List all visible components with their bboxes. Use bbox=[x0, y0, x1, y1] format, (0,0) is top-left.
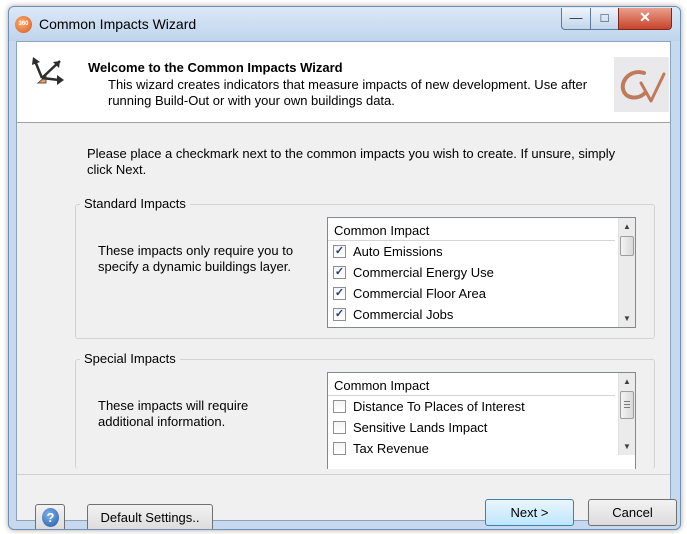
scroll-thumb[interactable] bbox=[620, 391, 634, 419]
standard-list-column-header[interactable]: Common Impact bbox=[328, 218, 615, 241]
list-item-label: Auto Emissions bbox=[353, 244, 443, 259]
standard-impacts-description: These impacts only require you to specif… bbox=[98, 243, 294, 274]
checkbox[interactable]: ✓ bbox=[333, 266, 346, 279]
header-description: This wizard creates indicators that meas… bbox=[108, 77, 588, 108]
special-impacts-list[interactable]: Common Impact Distance To Places of Inte… bbox=[327, 372, 636, 469]
header-title: Welcome to the Common Impacts Wizard bbox=[88, 60, 343, 75]
cancel-button[interactable]: Cancel bbox=[588, 499, 677, 526]
special-list-column-header[interactable]: Common Impact bbox=[328, 373, 615, 396]
checkbox[interactable] bbox=[333, 442, 346, 455]
scroll-down-arrow-icon[interactable]: ▼ bbox=[619, 310, 635, 327]
wizard-header: Welcome to the Common Impacts Wizard Thi… bbox=[17, 42, 670, 123]
list-item[interactable]: ✓ Commercial Energy Use bbox=[328, 262, 615, 283]
help-button[interactable]: ? bbox=[35, 504, 65, 529]
close-icon: ✕ bbox=[639, 9, 651, 25]
scroll-thumb-grip bbox=[624, 404, 630, 405]
list-item[interactable]: Tax Revenue bbox=[328, 438, 615, 459]
special-impacts-title: Special Impacts bbox=[80, 351, 180, 367]
standard-impacts-title: Standard Impacts bbox=[80, 196, 190, 212]
list-item-label: Tax Revenue bbox=[353, 441, 429, 456]
title-bar[interactable]: 360 Common Impacts Wizard — □ ✕ bbox=[9, 7, 680, 41]
cv-logo bbox=[614, 57, 669, 112]
window-title: Common Impacts Wizard bbox=[39, 16, 197, 32]
standard-impacts-group: Standard Impacts These impacts only requ… bbox=[75, 196, 655, 339]
standard-list-scrollbar[interactable]: ▲ ▼ bbox=[618, 218, 635, 327]
scroll-down-arrow-icon[interactable]: ▼ bbox=[619, 438, 635, 455]
scroll-thumb-grip bbox=[624, 407, 630, 408]
list-item[interactable]: ✓ Commercial Floor Area bbox=[328, 283, 615, 304]
list-item-label: Commercial Energy Use bbox=[353, 265, 494, 280]
scroll-thumb[interactable] bbox=[620, 236, 634, 256]
help-question-icon: ? bbox=[42, 508, 59, 527]
checkbox[interactable] bbox=[333, 400, 346, 413]
special-impacts-group: Special Impacts These impacts will requi… bbox=[75, 351, 655, 469]
list-item-label: Distance To Places of Interest bbox=[353, 399, 525, 414]
list-item[interactable]: ✓ Auto Emissions bbox=[328, 241, 615, 262]
standard-list-rows: ✓ Auto Emissions ✓ Commercial Energy Use ✓… bbox=[328, 241, 615, 325]
close-button[interactable]: ✕ bbox=[618, 8, 672, 30]
maximize-icon: □ bbox=[600, 10, 609, 25]
scroll-up-arrow-icon[interactable]: ▲ bbox=[619, 373, 635, 390]
minimize-icon: — bbox=[569, 10, 583, 25]
list-item-label: Commercial Floor Area bbox=[353, 286, 486, 301]
maximize-button[interactable]: □ bbox=[590, 8, 619, 30]
wizard-window: 360 Common Impacts Wizard — □ ✕ Welcome … bbox=[8, 6, 681, 530]
list-item[interactable]: Distance To Places of Interest bbox=[328, 396, 615, 417]
checkbox[interactable] bbox=[333, 421, 346, 434]
default-settings-button[interactable]: Default Settings.. bbox=[87, 504, 213, 529]
checkbox[interactable]: ✓ bbox=[333, 287, 346, 300]
standard-impacts-list[interactable]: Common Impact ✓ Auto Emissions ✓ Commercia… bbox=[327, 217, 636, 328]
checkbox[interactable]: ✓ bbox=[333, 245, 346, 258]
intro-text: Please place a checkmark next to the com… bbox=[87, 146, 616, 177]
special-impacts-description: These impacts will require additional in… bbox=[98, 398, 249, 429]
special-list-scrollbar[interactable]: ▲ ▼ bbox=[618, 373, 635, 455]
scroll-thumb-grip bbox=[624, 401, 630, 402]
app-icon[interactable]: 360 bbox=[15, 16, 32, 33]
list-item[interactable]: Sensitive Lands Impact bbox=[328, 417, 615, 438]
list-item-label: Sensitive Lands Impact bbox=[353, 420, 488, 435]
footer-divider bbox=[17, 474, 670, 475]
special-list-rows: Distance To Places of Interest Sensitive… bbox=[328, 396, 615, 459]
list-item-label: Commercial Jobs bbox=[353, 307, 454, 322]
list-item[interactable]: ✓ Commercial Jobs bbox=[328, 304, 615, 325]
minimize-button[interactable]: — bbox=[561, 8, 591, 30]
checkbox[interactable]: ✓ bbox=[333, 308, 346, 321]
wizard-arrows-icon bbox=[32, 57, 64, 85]
scroll-up-arrow-icon[interactable]: ▲ bbox=[619, 218, 635, 235]
next-button[interactable]: Next > bbox=[485, 499, 574, 526]
wizard-client-area: Welcome to the Common Impacts Wizard Thi… bbox=[16, 41, 677, 529]
